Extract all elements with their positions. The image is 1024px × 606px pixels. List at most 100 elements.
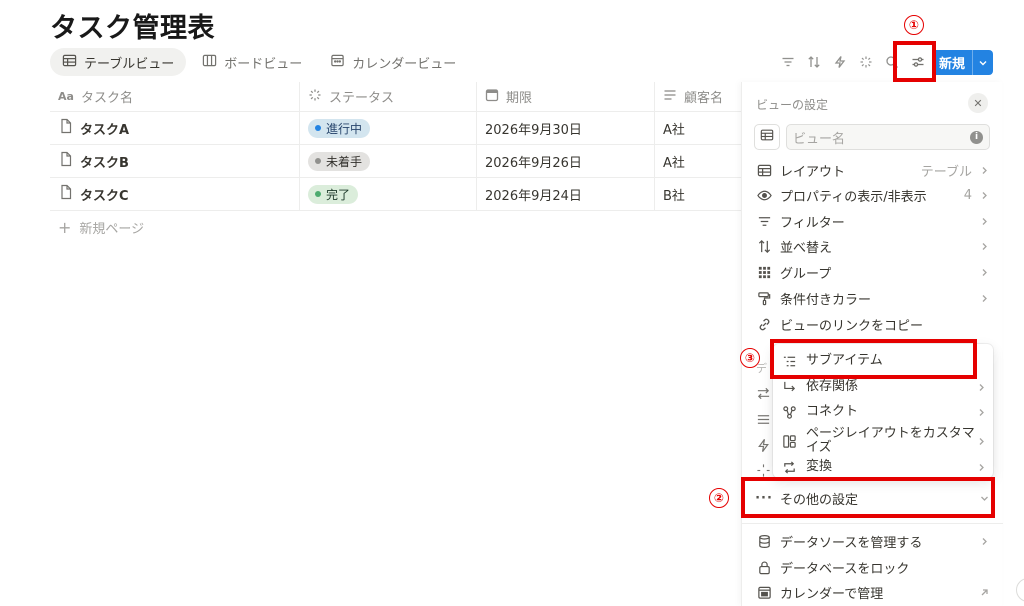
task-name-cell[interactable]: タスクC — [50, 178, 300, 210]
sort-icon — [756, 238, 772, 254]
status-badge: 進行中 — [308, 118, 371, 138]
client-cell[interactable]: B社 — [655, 178, 741, 210]
panel-item-label: フィルター — [780, 215, 845, 231]
column-label: 顧客名 — [684, 91, 724, 106]
chevron-right-icon — [980, 217, 990, 226]
column-header-due[interactable]: 期限 — [477, 82, 655, 111]
table-icon — [62, 53, 77, 72]
eye-icon — [756, 187, 772, 203]
automation-icon[interactable] — [830, 50, 850, 74]
panel-item-lock-database[interactable]: データベースをロック — [756, 555, 990, 579]
connect-icon — [781, 404, 797, 420]
panel-item-value: テーブル — [920, 164, 972, 180]
add-new-page-row[interactable]: + 新規ページ — [50, 211, 741, 244]
new-button-label: 新規 — [938, 57, 965, 72]
panel-item-group[interactable]: グループ — [756, 260, 990, 284]
help-button[interactable] — [1016, 578, 1024, 602]
chevron-right-icon — [977, 408, 987, 417]
status-dot — [315, 158, 321, 164]
status-cell[interactable]: 完了 — [300, 178, 477, 210]
panel-item-filter[interactable]: フィルター — [756, 209, 990, 233]
plus-icon: + — [58, 218, 72, 237]
table-row[interactable]: タスクC 完了 2026年9月24日 B社 — [50, 178, 741, 211]
panel-item-label: 条件付きカラー — [780, 292, 872, 308]
tab-board-view[interactable]: ボードビュー — [190, 48, 314, 76]
annotation-marker: ① — [904, 15, 924, 35]
board-icon — [202, 53, 217, 72]
submenu-item-connect[interactable]: コネクト — [781, 401, 987, 423]
panel-item-label: グループ — [780, 266, 832, 282]
automation-icon — [756, 438, 771, 457]
status-cell[interactable]: 未着手 — [300, 145, 477, 177]
task-name: タスクC — [80, 188, 129, 204]
panel-item-copy-link[interactable]: ビューのリンクをコピー — [756, 312, 990, 336]
status-cell[interactable]: 進行中 — [300, 112, 477, 144]
panel-item-properties[interactable]: プロパティの表示/非表示 4 — [756, 183, 990, 207]
client-cell[interactable]: A社 — [655, 112, 741, 144]
view-icon-picker[interactable] — [754, 124, 780, 150]
info-icon[interactable]: i — [970, 130, 983, 144]
panel-item-layout[interactable]: レイアウト テーブル — [756, 158, 990, 182]
page-icon — [58, 151, 74, 171]
tab-calendar-view[interactable]: カレンダービュー — [318, 48, 468, 76]
table-row[interactable]: タスクA 進行中 2026年9月30日 A社 — [50, 112, 741, 145]
column-header-status[interactable]: ステータス — [300, 82, 477, 111]
submenu-item-dependency[interactable]: 依存関係 — [781, 376, 987, 398]
panel-title: ビューの設定 — [756, 98, 829, 112]
sort-icon[interactable] — [804, 50, 824, 74]
column-label: ステータス — [329, 91, 395, 106]
column-header-task-name[interactable]: Aa タスク名 — [50, 82, 300, 111]
table-icon — [760, 128, 774, 146]
tab-table-view[interactable]: テーブルビュー — [50, 48, 187, 76]
view-name-input[interactable]: ビュー名 i — [786, 124, 990, 150]
close-icon[interactable]: ✕ — [968, 93, 988, 113]
date-icon — [485, 88, 499, 106]
due-cell[interactable]: 2026年9月26日 — [477, 145, 655, 177]
column-header-client[interactable]: 顧客名 — [655, 82, 741, 111]
filter-icon[interactable] — [778, 50, 798, 74]
due-cell[interactable]: 2026年9月30日 — [477, 112, 655, 144]
filter-icon — [756, 213, 772, 229]
chevron-down-icon[interactable] — [973, 58, 993, 68]
client-cell[interactable]: A社 — [655, 145, 741, 177]
page-title: タスク管理表 — [50, 13, 215, 44]
annotation-highlight-view-settings — [893, 41, 936, 82]
submenu-item-convert[interactable]: 変換 — [781, 458, 987, 476]
new-button[interactable]: 新規 — [932, 50, 993, 75]
submenu-item-label: 変換 — [806, 459, 833, 474]
submenu-item-label: ページレイアウトをカスタマイズ — [806, 426, 975, 455]
table-header-row: Aa タスク名 ステータス 期限 顧客名 — [50, 82, 741, 112]
tab-label: テーブルビュー — [84, 56, 175, 72]
annotation-marker: ② — [709, 488, 729, 508]
panel-item-label: データソースを管理する — [780, 535, 923, 551]
panel-item-conditional-color[interactable]: 条件付きカラー — [756, 286, 990, 310]
panel-item-manage-in-calendar[interactable]: カレンダーで管理 — [756, 580, 990, 604]
chevron-right-icon — [980, 242, 990, 251]
annotation-highlight-sub-items — [770, 339, 977, 379]
add-new-page-label: 新規ページ — [79, 222, 145, 237]
sparkle-icon[interactable] — [856, 50, 876, 74]
task-name-cell[interactable]: タスクB — [50, 145, 300, 177]
group-icon — [756, 264, 772, 280]
view-name-row: ビュー名 i — [754, 124, 990, 150]
lock-icon — [756, 559, 772, 575]
due-cell[interactable]: 2026年9月24日 — [477, 178, 655, 210]
task-name-cell[interactable]: タスクA — [50, 112, 300, 144]
submenu-item-page-layout[interactable]: ページレイアウトをカスタマイズ — [781, 426, 987, 456]
text-aa-icon: Aa — [58, 90, 74, 103]
panel-item-label: 並べ替え — [780, 240, 833, 256]
panel-item-sort[interactable]: 並べ替え — [756, 234, 990, 258]
status-icon — [308, 88, 322, 106]
table-row[interactable]: タスクB 未着手 2026年9月26日 A社 — [50, 145, 741, 178]
column-label: タスク名 — [80, 91, 133, 106]
status-label: 未着手 — [326, 154, 363, 169]
chevron-right-icon — [977, 437, 987, 446]
panel-item-label: データベースをロック — [780, 561, 910, 577]
chevron-right-icon — [980, 268, 990, 277]
paint-roller-icon — [756, 290, 772, 306]
panel-item-label: ビューのリンクをコピー — [780, 318, 924, 334]
panel-item-manage-datasource[interactable]: データソースを管理する — [756, 529, 990, 553]
tab-label: カレンダービュー — [352, 56, 457, 72]
status-dot — [315, 125, 321, 131]
view-tabs: テーブルビュー ボードビュー カレンダービュー — [50, 48, 468, 76]
